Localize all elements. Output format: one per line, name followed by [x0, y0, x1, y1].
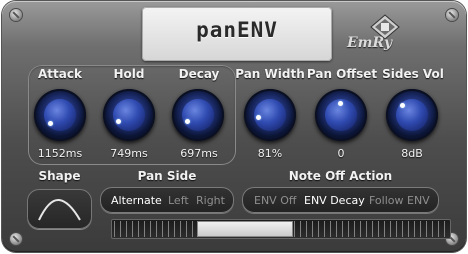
pan-width-knob[interactable] — [244, 89, 296, 141]
shape-button[interactable] — [27, 189, 92, 229]
pan-width-value: 81% — [257, 147, 283, 160]
pan-offset-value: 0 — [337, 147, 345, 160]
note-off-selector: ENV Off ENV Decay Follow ENV — [242, 187, 439, 213]
bottom-slider[interactable] — [111, 219, 451, 239]
decay-knob[interactable] — [172, 89, 224, 141]
slider-thumb[interactable] — [197, 221, 294, 237]
attack-label: Attack — [38, 67, 82, 81]
envelope-shape-icon — [38, 198, 81, 221]
screw-icon — [10, 233, 22, 245]
plugin-panel: panENV EmRy Attack 1152ms Hold 749ms Dec… — [2, 1, 466, 252]
pan-side-selector: Alternate Left Right — [100, 187, 234, 213]
hold-label: Hold — [113, 67, 145, 81]
pan-side-option-alternate[interactable]: Alternate — [111, 194, 162, 207]
brand-logo: EmRy — [347, 13, 417, 53]
pan-side-label: Pan Side — [137, 169, 197, 183]
shape-label: Shape — [38, 169, 81, 183]
sides-vol-knob[interactable] — [386, 89, 438, 141]
note-off-label: Note Off Action — [288, 169, 393, 183]
pan-width-label: Pan Width — [235, 67, 305, 81]
decay-label: Decay — [178, 67, 220, 81]
attack-value: 1152ms — [37, 147, 83, 160]
sides-vol-label: Sides Vol — [382, 67, 444, 81]
attack-knob[interactable] — [34, 89, 86, 141]
hold-value: 749ms — [110, 147, 148, 160]
plugin-title: panENV — [196, 18, 278, 42]
pan-side-option-left[interactable]: Left — [168, 194, 189, 207]
sides-vol-value: 8dB — [401, 147, 423, 160]
hold-knob[interactable] — [103, 89, 155, 141]
screw-icon — [446, 9, 458, 21]
note-off-option-follow-env[interactable]: Follow ENV — [369, 194, 430, 207]
decay-value: 697ms — [180, 147, 218, 160]
pan-offset-label: Pan Offset — [306, 67, 378, 81]
note-off-option-env-off[interactable]: ENV Off — [254, 194, 296, 207]
pan-side-option-right[interactable]: Right — [196, 194, 225, 207]
pan-offset-knob[interactable] — [315, 89, 367, 141]
screw-icon — [10, 9, 22, 21]
title-panel: panENV — [142, 7, 332, 61]
brand-text: EmRy — [347, 35, 393, 51]
note-off-option-env-decay[interactable]: ENV Decay — [304, 194, 365, 207]
